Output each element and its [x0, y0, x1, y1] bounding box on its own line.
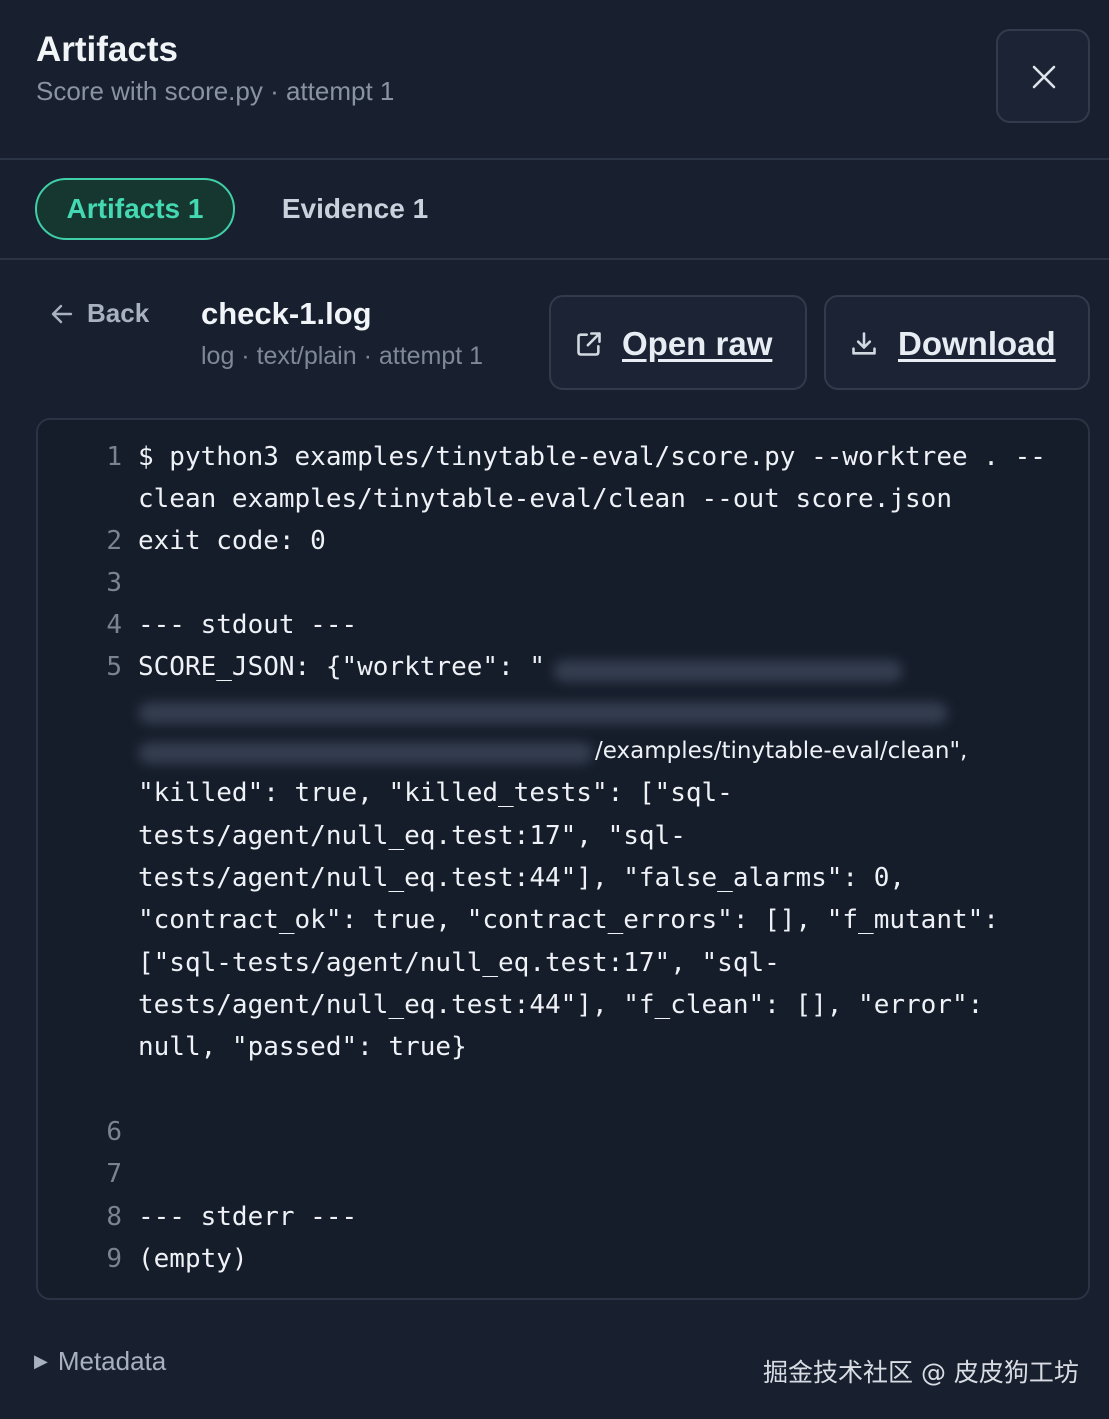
log-line: ["sql-tests/agent/null_eq.test:17", "sql… [138, 948, 780, 978]
panel-subtitle: Score with score.py · attempt 1 [36, 76, 395, 106]
line-number: 5 [106, 652, 122, 682]
download-label: Download [898, 325, 1056, 362]
caret-right-icon: ▶ [34, 1351, 48, 1371]
download-button[interactable]: Download [824, 295, 1090, 390]
line-number: 8 [106, 1202, 122, 1232]
tab-bar: Artifacts 1 Evidence 1 [0, 160, 1109, 260]
log-line: $ python3 examples/tinytable-eval/score.… [138, 442, 1046, 472]
open-raw-label: Open raw [622, 325, 773, 362]
log-line: --- stderr --- [138, 1202, 358, 1232]
line-number: 9 [106, 1244, 122, 1274]
line-number: 2 [106, 526, 122, 556]
open-raw-button[interactable]: Open raw [549, 295, 807, 390]
metadata-label: Metadata [57, 1346, 167, 1376]
tab-artifacts[interactable]: Artifacts 1 [35, 178, 235, 240]
log-line: exit code: 0 [138, 526, 326, 556]
panel-title: Artifacts [36, 30, 178, 69]
watermark: 掘金技术社区 @ 皮皮狗工坊 [763, 1358, 1079, 1387]
log-line: tests/agent/null_eq.test:17", "sql- [138, 821, 686, 851]
log-viewer[interactable]: 1 $ python3 examples/tinytable-eval/scor… [36, 418, 1090, 1300]
log-line: tests/agent/null_eq.test:44"], "f_clean"… [138, 990, 984, 1020]
line-number: 3 [106, 568, 122, 598]
download-icon [852, 332, 876, 355]
redacted-path [138, 742, 593, 764]
back-label: Back [87, 298, 150, 328]
file-meta: log · text/plain · attempt 1 [201, 342, 484, 370]
log-line: /examples/tinytable-eval/clean", [595, 738, 968, 764]
line-number: 7 [106, 1159, 122, 1189]
log-line: tests/agent/null_eq.test:44"], "false_al… [138, 863, 906, 893]
line-number: 6 [106, 1117, 122, 1147]
line-number: 4 [106, 610, 122, 640]
panel-header: Artifacts Score with score.py · attempt … [0, 0, 1109, 160]
line-number: 1 [106, 442, 122, 472]
log-line: clean examples/tinytable-eval/clean --ou… [138, 484, 952, 514]
log-line: --- stdout --- [138, 610, 358, 640]
log-line: SCORE_JSON: {"worktree": " [138, 652, 545, 682]
close-button[interactable] [996, 29, 1090, 123]
redacted-path [138, 702, 948, 724]
external-link-icon [577, 332, 601, 356]
metadata-toggle[interactable]: ▶ Metadata [34, 1346, 166, 1377]
file-name: check-1.log [201, 296, 372, 331]
log-line: null, "passed": true} [138, 1032, 467, 1062]
arrow-left-icon [51, 304, 73, 324]
log-line: "contract_ok": true, "contract_errors": … [138, 905, 999, 935]
tab-evidence[interactable]: Evidence 1 [270, 178, 440, 240]
close-icon [1032, 65, 1056, 89]
log-line: "killed": true, "killed_tests": ["sql- [138, 778, 733, 808]
log-line: (empty) [138, 1244, 248, 1274]
redacted-path [553, 660, 903, 682]
